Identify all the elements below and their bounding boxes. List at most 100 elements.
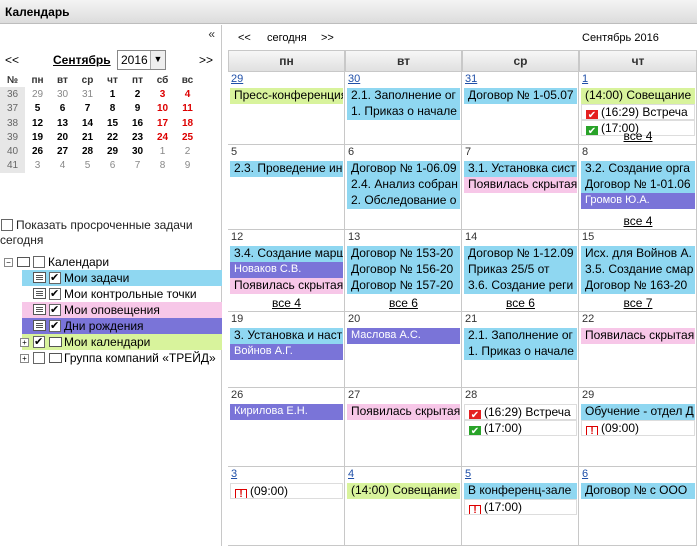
day-cell[interactable]: 8 3.2. Создание орга Договор № 1-01.06 Гром…	[579, 145, 697, 230]
mini-day[interactable]: 3	[25, 159, 50, 173]
mini-day[interactable]: 1	[100, 87, 125, 101]
day-cell[interactable]: 21 2.1. Заполнение ог 1. Приказ о начале	[462, 312, 579, 388]
mini-day[interactable]: 22	[100, 130, 125, 144]
day-cell[interactable]: 30 2.1. Заполнение ог 1. Приказ о начале	[345, 72, 462, 145]
mini-day[interactable]: 7	[125, 159, 150, 173]
mini-day[interactable]: 21	[75, 130, 100, 144]
mini-week-number[interactable]: 38	[0, 115, 25, 131]
calendar-event[interactable]: Договор № 156-20	[347, 262, 460, 278]
day-number-link[interactable]: 8	[582, 146, 588, 158]
day-number-link[interactable]: 15	[582, 231, 594, 243]
day-number-link[interactable]: 21	[465, 313, 477, 325]
day-number-link[interactable]: 1	[582, 73, 588, 85]
day-number-link[interactable]: 20	[348, 313, 360, 325]
day-cell[interactable]: 28 ✔ (16:29) Встреча ✔ (17:00)	[462, 388, 579, 467]
day-cell[interactable]: 29 Пресс-конференция	[228, 72, 345, 145]
day-number-link[interactable]: 26	[231, 389, 243, 401]
mini-month-link[interactable]: Сентябрь	[53, 53, 111, 67]
day-cell[interactable]: 5В конференц-зале! (17:00)	[462, 467, 579, 546]
mini-day[interactable]: 7	[75, 102, 100, 116]
mini-day[interactable]: 18	[175, 116, 200, 130]
calendar-event[interactable]: ✔ (16:29) Встреча	[464, 404, 577, 420]
my-calendars-checkbox[interactable]	[33, 334, 45, 350]
calendar-event[interactable]: 2. Обследование о	[347, 193, 460, 209]
mini-day[interactable]: 8	[150, 159, 175, 173]
calendar-event[interactable]: Кирилова Е.Н.	[230, 404, 343, 420]
mini-day[interactable]: 8	[100, 102, 125, 116]
mini-day[interactable]: 14	[75, 116, 100, 130]
day-cell[interactable]: 12 3.4. Создание марш Новаков С.В. Появилас…	[228, 230, 345, 312]
day-cell[interactable]: 26 Кирилова Е.Н.	[228, 388, 345, 467]
expand-toggle-icon[interactable]: +	[20, 354, 29, 363]
tree-item-birthdays[interactable]: Дни рождения	[22, 318, 222, 334]
calendar-event[interactable]: 3.2. Создание орга	[581, 161, 695, 177]
day-cell[interactable]: 6 Договор № с ООО	[579, 467, 697, 546]
day-number-link[interactable]: 5	[465, 468, 471, 480]
tree-item-my-calendars[interactable]: + Мои календари	[20, 334, 222, 350]
calendar-event[interactable]: Появилась скрытая	[347, 404, 460, 420]
calendar-event[interactable]: (14:00) Совещание	[581, 88, 695, 104]
calendar-event[interactable]: Громов Ю.А.	[581, 193, 695, 209]
day-cell[interactable]: 13 Договор № 153-20 Договор № 156-20 Догово…	[345, 230, 462, 312]
calendar-event[interactable]: Появилась скрытая	[464, 177, 577, 193]
calendar-event[interactable]: Договор № 157-20	[347, 278, 460, 294]
calendar-event[interactable]: Появилась скрытая	[581, 328, 695, 344]
calendar-event[interactable]: ! (09:00)	[230, 483, 343, 499]
calendar-event[interactable]: Договор № с ООО	[581, 483, 695, 499]
root-checkbox[interactable]	[33, 256, 45, 268]
prev-period-button[interactable]: <<	[238, 32, 251, 44]
day-number-link[interactable]: 3	[231, 468, 237, 480]
calendar-event[interactable]: 1. Приказ о начале	[347, 104, 460, 120]
show-all-events-link[interactable]: все 7	[588, 296, 688, 310]
day-number-link[interactable]: 6	[582, 468, 588, 480]
day-cell[interactable]: 31 Договор № 1-05.07	[462, 72, 579, 145]
mini-day[interactable]: 25	[175, 130, 200, 144]
calendar-event[interactable]: 2.1. Заполнение ог	[347, 88, 460, 104]
today-button[interactable]: сегодня	[267, 32, 307, 44]
mini-day[interactable]: 11	[175, 102, 200, 116]
calendar-event[interactable]: ! (09:00)	[581, 420, 695, 436]
mini-week-number[interactable]: 37	[0, 101, 25, 116]
mini-day[interactable]: 5	[75, 159, 100, 173]
mini-day[interactable]: 9	[125, 102, 150, 116]
mini-day[interactable]: 12	[25, 116, 50, 130]
mini-day[interactable]: 15	[100, 116, 125, 130]
calendar-event[interactable]: (14:00) Совещание	[347, 483, 460, 499]
day-cell[interactable]: 7 3.1. Установка сист Появилась скрытая	[462, 145, 579, 230]
day-number-link[interactable]: 6	[348, 146, 354, 158]
mini-day[interactable]: 31	[75, 87, 100, 101]
mini-day[interactable]: 10	[150, 102, 175, 116]
show-all-events-link[interactable]: все 4	[237, 296, 337, 310]
mini-day[interactable]: 6	[50, 102, 75, 116]
day-cell[interactable]: 14 Договор № 1-12.09 Приказ 25/5 от 3.6. Со…	[462, 230, 579, 312]
calendar-event[interactable]: ✔ (16:29) Встреча	[581, 104, 695, 120]
day-number-link[interactable]: 22	[582, 313, 594, 325]
mini-day[interactable]: 13	[50, 116, 75, 130]
calendar-event[interactable]: 2.3. Проведение ин	[230, 161, 343, 177]
mini-day[interactable]: 9	[175, 159, 200, 173]
day-number-link[interactable]: 4	[348, 468, 354, 480]
mini-day[interactable]: 27	[50, 144, 75, 158]
show-overdue-checkbox[interactable]	[1, 219, 13, 231]
mini-day[interactable]: 26	[25, 144, 50, 158]
day-number-link[interactable]: 14	[465, 231, 477, 243]
calendar-event[interactable]: Договор № 163-20	[581, 278, 695, 294]
show-all-events-link[interactable]: все 6	[354, 296, 454, 310]
calendar-event[interactable]: 3.4. Создание марш	[230, 246, 343, 262]
calendar-event[interactable]: Пресс-конференция	[230, 88, 343, 104]
calendar-event[interactable]: Договор № 153-20	[347, 246, 460, 262]
show-all-events-link[interactable]: все 6	[471, 296, 571, 310]
day-cell[interactable]: 15 Исх. для Войнов А. 3.5. Создание смар До…	[579, 230, 697, 312]
calendar-event[interactable]: ✔ (17:00)	[464, 420, 577, 436]
tree-item-my-tasks[interactable]: Мои задачи	[22, 270, 222, 286]
calendar-event[interactable]: Обучение - отдел Д	[581, 404, 695, 420]
calendar-event[interactable]: В конференц-зале	[464, 483, 577, 499]
mini-day[interactable]: 29	[100, 144, 125, 158]
calendar-event[interactable]: Исх. для Войнов А.	[581, 246, 695, 262]
day-cell[interactable]: 4 (14:00) Совещание	[345, 467, 462, 546]
calendar-event[interactable]: Войнов А.Г.	[230, 344, 343, 360]
mini-day[interactable]: 23	[125, 130, 150, 144]
calendar-event[interactable]: Появилась скрытая	[230, 278, 343, 294]
mini-day[interactable]: 19	[25, 130, 50, 144]
calendar-event[interactable]: Новаков С.В.	[230, 262, 343, 278]
